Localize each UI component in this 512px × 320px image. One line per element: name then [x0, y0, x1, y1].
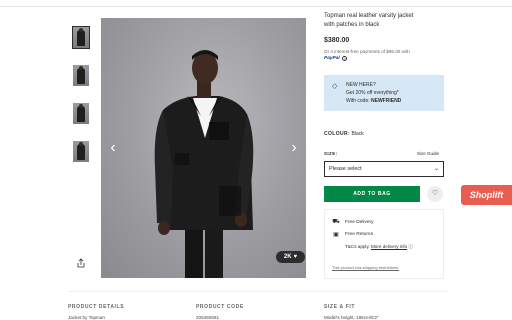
delivery-box: ⛟ Free Delivery ▣ Free Returns T&Cs appl…	[324, 209, 444, 279]
paypal-row: PayPal i	[324, 56, 444, 61]
share-icon[interactable]	[75, 258, 87, 270]
product-details-heading[interactable]: PRODUCT DETAILS	[68, 304, 124, 310]
size-fit-heading[interactable]: SIZE & FIT	[324, 304, 355, 310]
shipping-restrictions-link[interactable]: This product has shipping restrictions.	[332, 265, 399, 270]
thumbnail-2[interactable]	[73, 65, 89, 86]
installment-text: Or 4 interest-free payments of $95.00 wi…	[324, 49, 410, 54]
product-code-heading: PRODUCT CODE	[196, 304, 244, 310]
size-fit-value: Model's height: 188cm/6'2"	[324, 315, 379, 320]
top-bar	[0, 0, 512, 7]
prev-image-icon[interactable]: ‹	[106, 140, 120, 156]
footer-divider	[68, 291, 448, 292]
shoplift-button[interactable]: Shoplift	[461, 185, 512, 205]
product-image	[101, 18, 306, 278]
promo-banner: ◇ NEW HERE? Get 20% off everything* With…	[324, 75, 444, 111]
info-icon[interactable]: i	[341, 56, 347, 61]
product-price: $380.00	[324, 37, 350, 44]
size-select-value: Please select	[329, 166, 362, 172]
chevron-down-icon: ⌄	[433, 166, 439, 172]
colour-label: COLOUR:	[324, 131, 351, 137]
save-heart-icon[interactable]: ♡	[427, 186, 443, 202]
promo-code: NEWFRIEND	[371, 98, 402, 104]
free-returns-row: ▣ Free Returns	[332, 231, 373, 238]
info-icon[interactable]: ⓘ	[409, 244, 414, 249]
product-code-value: 205450591	[196, 315, 219, 320]
free-delivery-row: ⛟ Free Delivery	[332, 218, 374, 226]
free-returns-text: Free Returns	[345, 232, 373, 237]
heart-icon: ♥	[293, 254, 298, 260]
promo-offer: Get 20% off everything*	[346, 90, 399, 96]
model-illustration	[154, 50, 254, 278]
thumbnail-4[interactable]	[73, 141, 89, 162]
product-details-value: Jacket by Topman	[68, 315, 105, 320]
truck-icon: ⛟	[332, 219, 340, 225]
colour-row: COLOUR: Black	[324, 131, 364, 137]
paypal-logo: PayPal	[324, 56, 340, 61]
next-image-icon[interactable]: ›	[287, 140, 301, 156]
size-guide-link[interactable]: Size Guide	[417, 151, 439, 156]
size-label: SIZE:	[324, 151, 338, 156]
likes-count: 2K	[283, 254, 292, 260]
tag-icon: ◇	[332, 83, 338, 90]
product-title: Topman real leather varsity jacket with …	[324, 12, 444, 30]
thumbnail-strip	[72, 26, 90, 179]
product-title-line2: with patches in black	[324, 22, 380, 28]
likes-badge[interactable]: 2K ♥	[276, 251, 305, 263]
thumbnail-1[interactable]	[72, 26, 90, 49]
promo-badge: NEW HERE?	[346, 82, 376, 88]
add-to-bag-button[interactable]: ADD TO BAG	[324, 186, 420, 202]
terms-text: T&Cs apply.	[345, 244, 370, 249]
promo-code-prefix: With code:	[346, 98, 370, 104]
size-select[interactable]: Please select ⌄	[324, 161, 444, 177]
more-delivery-info-link[interactable]: More delivery info	[371, 244, 407, 249]
colour-value: Black	[351, 131, 364, 137]
product-title-line1: Topman real leather varsity jacket	[324, 13, 414, 19]
delivery-terms-row: T&Cs apply. More delivery info ⓘ	[345, 244, 413, 250]
promo-code-line: With code: NEWFRIEND	[346, 98, 401, 104]
thumbnail-3[interactable]	[73, 103, 89, 124]
returns-icon: ▣	[333, 232, 339, 238]
product-info: Topman real leather varsity jacket with …	[324, 12, 444, 61]
free-delivery-text: Free Delivery	[345, 219, 374, 225]
